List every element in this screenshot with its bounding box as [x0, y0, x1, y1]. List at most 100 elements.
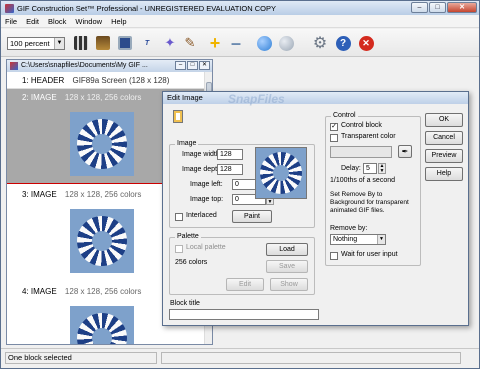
close-button[interactable]: ✕ [447, 2, 477, 13]
palette-group-legend: Palette [175, 233, 201, 240]
app-icon [5, 3, 14, 13]
brush-icon[interactable]: ✎ [181, 34, 199, 52]
menu-help[interactable]: Help [111, 17, 126, 26]
transparent-color-label: Transparent color [341, 133, 396, 140]
chevron-down-icon[interactable]: ▼ [377, 235, 385, 244]
stop-icon[interactable] [277, 34, 295, 52]
text-icon[interactable]: T [138, 34, 156, 52]
dialog-title[interactable]: Edit Image [163, 92, 468, 104]
document-icon [10, 62, 18, 70]
block-label[interactable]: 3: IMAGE 128 x 128, 256 colors [22, 190, 141, 199]
image-depth-input[interactable]: 128 [217, 164, 243, 175]
delay-stepper[interactable]: ▲ ▼ [378, 163, 386, 174]
wait-user-input-checkbox[interactable] [330, 252, 338, 260]
status-text: One block selected [5, 352, 157, 364]
watermark: SnapFiles [228, 92, 285, 106]
doc-minimize-button[interactable]: – [175, 61, 186, 70]
clipboard-icon[interactable] [173, 110, 183, 123]
interlaced-checkbox[interactable] [175, 213, 183, 221]
block-label: 1: HEADER GIF89a Screen (128 x 128) [22, 76, 169, 85]
local-palette-label: Local palette [186, 244, 226, 251]
maximize-button[interactable]: □ [429, 2, 446, 13]
preview-button[interactable]: Preview [425, 149, 463, 163]
remove-by-value: Nothing [333, 236, 358, 243]
wait-user-input-label: Wait for user input [341, 251, 398, 258]
show-palette-button[interactable]: Show [270, 278, 308, 291]
wizard-icon[interactable]: ✦ [161, 34, 179, 52]
menu-file[interactable]: File [5, 17, 17, 26]
minimize-button[interactable]: – [411, 2, 428, 13]
play-icon[interactable] [255, 34, 273, 52]
palette-colors-label: 256 colors [175, 259, 208, 266]
image-width-label: Image width: [182, 151, 222, 158]
image-width-input[interactable]: 128 [217, 149, 243, 160]
block-id: 3: IMAGE [22, 190, 57, 199]
ok-button[interactable]: OK [425, 113, 463, 127]
remove-by-note: Set Remove By to Background for transpar… [330, 191, 409, 214]
block-row[interactable]: 1: HEADER GIF89a Screen (128 x 128) [7, 72, 204, 89]
doc-close-button[interactable]: ✕ [199, 61, 210, 70]
eyedropper-icon[interactable]: ✒ [398, 145, 412, 158]
doc-maximize-button[interactable]: □ [187, 61, 198, 70]
cancel-button[interactable]: Cancel [425, 131, 463, 145]
control-group-legend: Control [331, 112, 358, 119]
edit-image-dialog: Edit Image Image Image width: 128 Image … [162, 91, 469, 326]
help-button[interactable]: Help [425, 167, 463, 181]
delay-input[interactable]: 5 [363, 163, 377, 174]
block-label[interactable]: 4: IMAGE 128 x 128, 256 colors [22, 287, 141, 296]
image-top-label: Image top: [190, 196, 224, 203]
load-palette-button[interactable]: Load [266, 243, 308, 256]
block-info: 128 x 128, 256 colors [64, 287, 142, 296]
block-title-label: Block title [170, 300, 200, 307]
block-label: 2: IMAGE 128 x 128, 256 colors [22, 93, 141, 102]
status-cell [161, 352, 461, 364]
transparent-color-checkbox[interactable] [330, 134, 338, 142]
add-icon[interactable]: + [206, 33, 224, 53]
remove-by-label: Remove by: [330, 225, 368, 232]
block-id: 4: IMAGE [22, 287, 57, 296]
palette-group: Palette Local palette 256 colors Load Sa… [169, 233, 315, 295]
image-preview [255, 147, 307, 199]
edit-palette-button[interactable]: Edit [226, 278, 264, 291]
help-icon[interactable]: ? [334, 34, 352, 52]
window-title: GIF Construction Set™ Professional - UNR… [17, 3, 276, 13]
save-icon[interactable] [116, 34, 134, 52]
block-id: 2: IMAGE [22, 93, 57, 102]
status-bar: One block selected [1, 348, 479, 368]
menu-window[interactable]: Window [75, 17, 102, 26]
exit-icon[interactable]: ✕ [357, 34, 375, 52]
transparent-color-swatch[interactable] [330, 146, 392, 158]
frame-thumbnail [70, 209, 134, 273]
title-bar[interactable]: GIF Construction Set™ Professional - UNR… [1, 1, 479, 15]
interlaced-label: Interlaced [186, 212, 217, 219]
block-title-input[interactable] [169, 309, 319, 320]
control-block-checkbox[interactable]: ✓ [330, 123, 338, 131]
control-block-label: Control block [341, 122, 382, 129]
control-group: Control ✓ Control block Transparent colo… [325, 112, 421, 266]
document-title-bar[interactable]: C:\Users\snapfiles\Documents\My GIF ... … [7, 60, 212, 72]
open-folder-icon[interactable] [94, 34, 112, 52]
image-left-label: Image left: [190, 181, 223, 188]
menu-edit[interactable]: Edit [26, 17, 39, 26]
block-info: 128 x 128, 256 colors [64, 190, 142, 199]
document-title: C:\Users\snapfiles\Documents\My GIF ... [21, 62, 148, 69]
settings-icon[interactable]: ⚙ [311, 34, 329, 52]
block-id: 1: HEADER [22, 76, 65, 85]
remove-icon[interactable]: – [227, 33, 245, 53]
menu-block[interactable]: Block [48, 17, 66, 26]
save-palette-button[interactable]: Save [266, 260, 308, 273]
zoom-value: 100 percent [10, 39, 50, 48]
window-controls: – □ ✕ [411, 2, 477, 13]
frame-thumbnail [70, 112, 134, 176]
remove-by-select[interactable]: Nothing ▼ [330, 234, 386, 245]
paint-button[interactable]: Paint [232, 210, 272, 223]
film-icon[interactable] [72, 34, 90, 52]
block-info: GIF89a Screen (128 x 128) [72, 76, 170, 85]
toolbar: 100 percent ▼ T ✦ ✎ + – ⚙ ? ✕ [1, 29, 479, 57]
document-window-controls: – □ ✕ [175, 61, 210, 70]
image-group-legend: Image [175, 140, 199, 147]
local-palette-checkbox[interactable] [175, 245, 183, 253]
chevron-down-icon[interactable]: ▼ [54, 38, 64, 49]
delay-unit-label: 1/100ths of a second [330, 177, 395, 184]
zoom-select[interactable]: 100 percent ▼ [7, 37, 65, 50]
